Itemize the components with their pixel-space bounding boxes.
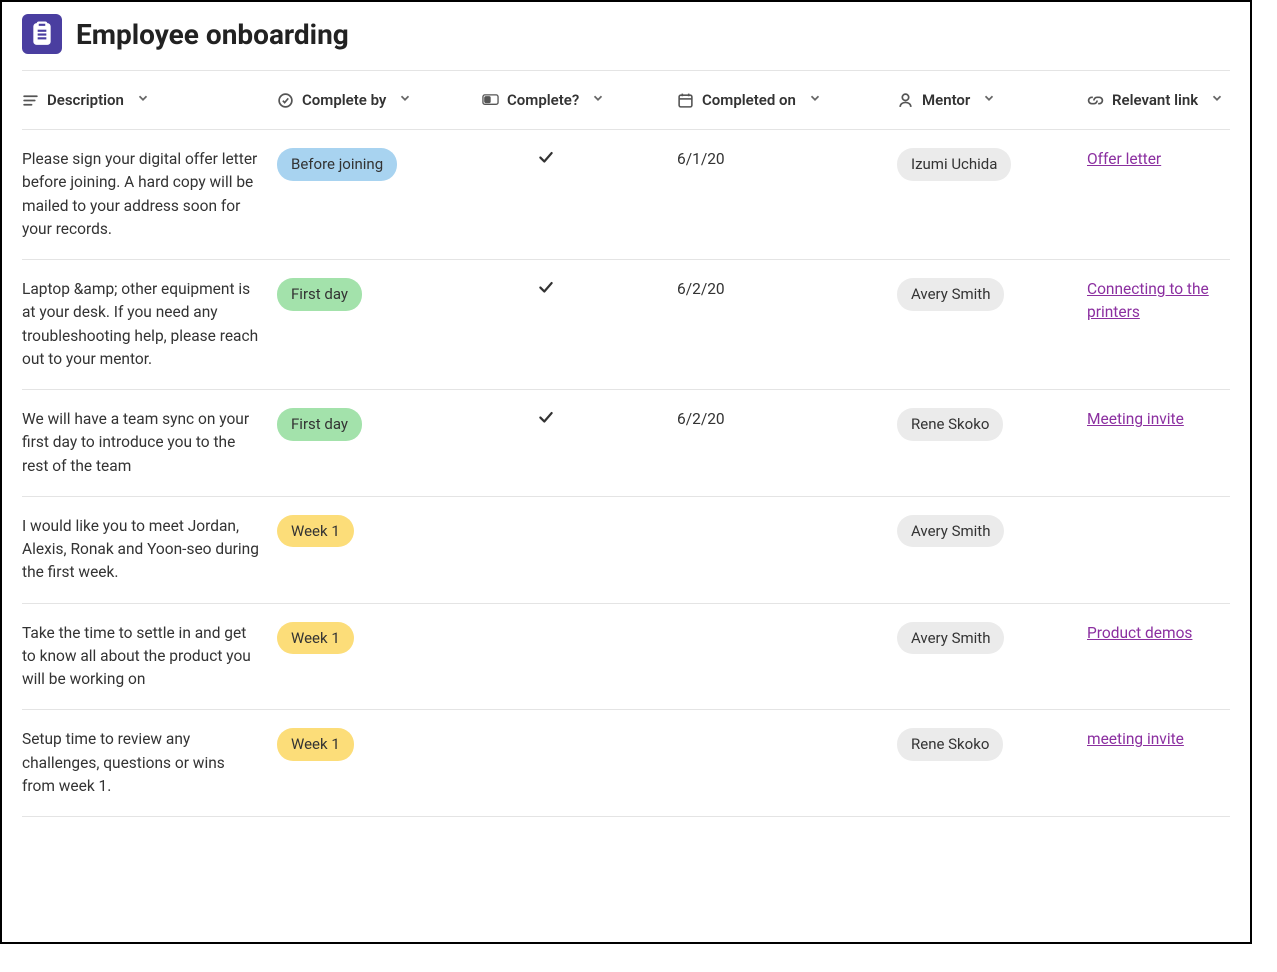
relevant-link-cell[interactable]: meeting invite bbox=[1087, 710, 1230, 817]
mentor-cell[interactable]: Avery Smith bbox=[897, 603, 1087, 710]
check-circle-icon bbox=[277, 92, 294, 109]
complete-by-pill[interactable]: First day bbox=[277, 278, 362, 311]
relevant-link-cell[interactable]: Product demos bbox=[1087, 603, 1230, 710]
column-header-description[interactable]: Description bbox=[22, 71, 277, 130]
completed-on-cell[interactable] bbox=[677, 710, 897, 817]
column-label: Complete? bbox=[507, 91, 579, 109]
description-cell[interactable]: Please sign your digital offer letter be… bbox=[22, 130, 277, 260]
mentor-cell[interactable]: Rene Skoko bbox=[897, 710, 1087, 817]
check-icon bbox=[537, 282, 555, 300]
table-row[interactable]: Laptop &amp; other equipment is at your … bbox=[22, 260, 1230, 390]
complete-cell[interactable] bbox=[482, 260, 677, 390]
mentor-pill[interactable]: Avery Smith bbox=[897, 622, 1004, 655]
completed-on-cell[interactable]: 6/2/20 bbox=[677, 390, 897, 497]
column-label: Completed on bbox=[702, 91, 796, 109]
complete-by-pill[interactable]: Before joining bbox=[277, 148, 397, 181]
complete-by-cell[interactable]: Week 1 bbox=[277, 710, 482, 817]
complete-by-pill[interactable]: Week 1 bbox=[277, 728, 354, 761]
chevron-down-icon bbox=[804, 91, 822, 109]
chevron-down-icon bbox=[394, 91, 412, 109]
relevant-link[interactable]: Offer letter bbox=[1087, 150, 1161, 168]
column-label: Complete by bbox=[302, 91, 386, 109]
relevant-link[interactable]: Product demos bbox=[1087, 624, 1192, 642]
description-cell[interactable]: Setup time to review any challenges, que… bbox=[22, 710, 277, 817]
column-header-complete-by[interactable]: Complete by bbox=[277, 71, 482, 130]
table-row[interactable]: Setup time to review any challenges, que… bbox=[22, 710, 1230, 817]
check-icon bbox=[537, 412, 555, 430]
mentor-pill[interactable]: Izumi Uchida bbox=[897, 148, 1011, 181]
complete-cell[interactable] bbox=[482, 130, 677, 260]
chevron-down-icon bbox=[587, 91, 605, 109]
complete-by-cell[interactable]: Week 1 bbox=[277, 496, 482, 603]
description-cell[interactable]: Take the time to settle in and get to kn… bbox=[22, 603, 277, 710]
page-header: Employee onboarding bbox=[2, 2, 1250, 70]
complete-by-pill[interactable]: First day bbox=[277, 408, 362, 441]
relevant-link[interactable]: Meeting invite bbox=[1087, 410, 1184, 428]
table-row[interactable]: Take the time to settle in and get to kn… bbox=[22, 603, 1230, 710]
chevron-down-icon bbox=[1206, 91, 1224, 109]
completed-on-cell[interactable]: 6/1/20 bbox=[677, 130, 897, 260]
table-wrapper: Description Complete by bbox=[22, 70, 1230, 817]
relevant-link-cell[interactable]: Connecting to the printers bbox=[1087, 260, 1230, 390]
description-cell[interactable]: I would like you to meet Jordan, Alexis,… bbox=[22, 496, 277, 603]
column-header-mentor[interactable]: Mentor bbox=[897, 71, 1087, 130]
mentor-pill[interactable]: Rene Skoko bbox=[897, 408, 1003, 441]
table-row[interactable]: We will have a team sync on your first d… bbox=[22, 390, 1230, 497]
column-label: Mentor bbox=[922, 91, 970, 109]
complete-by-cell[interactable]: Before joining bbox=[277, 130, 482, 260]
description-cell[interactable]: Laptop &amp; other equipment is at your … bbox=[22, 260, 277, 390]
column-header-completed-on[interactable]: Completed on bbox=[677, 71, 897, 130]
mentor-pill[interactable]: Rene Skoko bbox=[897, 728, 1003, 761]
column-label: Relevant link bbox=[1112, 91, 1198, 109]
clipboard-icon bbox=[22, 14, 62, 54]
page-title: Employee onboarding bbox=[76, 18, 349, 51]
chevron-down-icon bbox=[132, 91, 150, 109]
check-icon bbox=[537, 152, 555, 170]
relevant-link-cell[interactable]: Offer letter bbox=[1087, 130, 1230, 260]
completed-on-cell[interactable]: 6/2/20 bbox=[677, 260, 897, 390]
mentor-pill[interactable]: Avery Smith bbox=[897, 278, 1004, 311]
complete-by-cell[interactable]: Week 1 bbox=[277, 603, 482, 710]
person-icon bbox=[897, 92, 914, 109]
complete-by-cell[interactable]: First day bbox=[277, 260, 482, 390]
description-cell[interactable]: We will have a team sync on your first d… bbox=[22, 390, 277, 497]
table-row[interactable]: Please sign your digital offer letter be… bbox=[22, 130, 1230, 260]
complete-cell[interactable] bbox=[482, 390, 677, 497]
mentor-cell[interactable]: Avery Smith bbox=[897, 496, 1087, 603]
mentor-cell[interactable]: Izumi Uchida bbox=[897, 130, 1087, 260]
relevant-link[interactable]: Connecting to the printers bbox=[1087, 280, 1209, 321]
chevron-down-icon bbox=[978, 91, 996, 109]
onboarding-table: Description Complete by bbox=[22, 71, 1230, 817]
app-frame: Employee onboarding Description bbox=[0, 0, 1252, 944]
table-row[interactable]: I would like you to meet Jordan, Alexis,… bbox=[22, 496, 1230, 603]
completed-on-cell[interactable] bbox=[677, 603, 897, 710]
complete-cell[interactable] bbox=[482, 496, 677, 603]
mentor-pill[interactable]: Avery Smith bbox=[897, 515, 1004, 548]
column-header-relevant-link[interactable]: Relevant link bbox=[1087, 71, 1230, 130]
complete-cell[interactable] bbox=[482, 603, 677, 710]
complete-cell[interactable] bbox=[482, 710, 677, 817]
complete-by-cell[interactable]: First day bbox=[277, 390, 482, 497]
completed-on-cell[interactable] bbox=[677, 496, 897, 603]
relevant-link-cell[interactable] bbox=[1087, 496, 1230, 603]
link-icon bbox=[1087, 92, 1104, 109]
complete-by-pill[interactable]: Week 1 bbox=[277, 622, 354, 655]
relevant-link-cell[interactable]: Meeting invite bbox=[1087, 390, 1230, 497]
text-lines-icon bbox=[22, 92, 39, 109]
column-label: Description bbox=[47, 91, 124, 109]
mentor-cell[interactable]: Avery Smith bbox=[897, 260, 1087, 390]
mentor-cell[interactable]: Rene Skoko bbox=[897, 390, 1087, 497]
toggle-icon bbox=[482, 92, 499, 109]
complete-by-pill[interactable]: Week 1 bbox=[277, 515, 354, 548]
calendar-icon bbox=[677, 92, 694, 109]
relevant-link[interactable]: meeting invite bbox=[1087, 730, 1184, 748]
column-header-complete[interactable]: Complete? bbox=[482, 71, 677, 130]
